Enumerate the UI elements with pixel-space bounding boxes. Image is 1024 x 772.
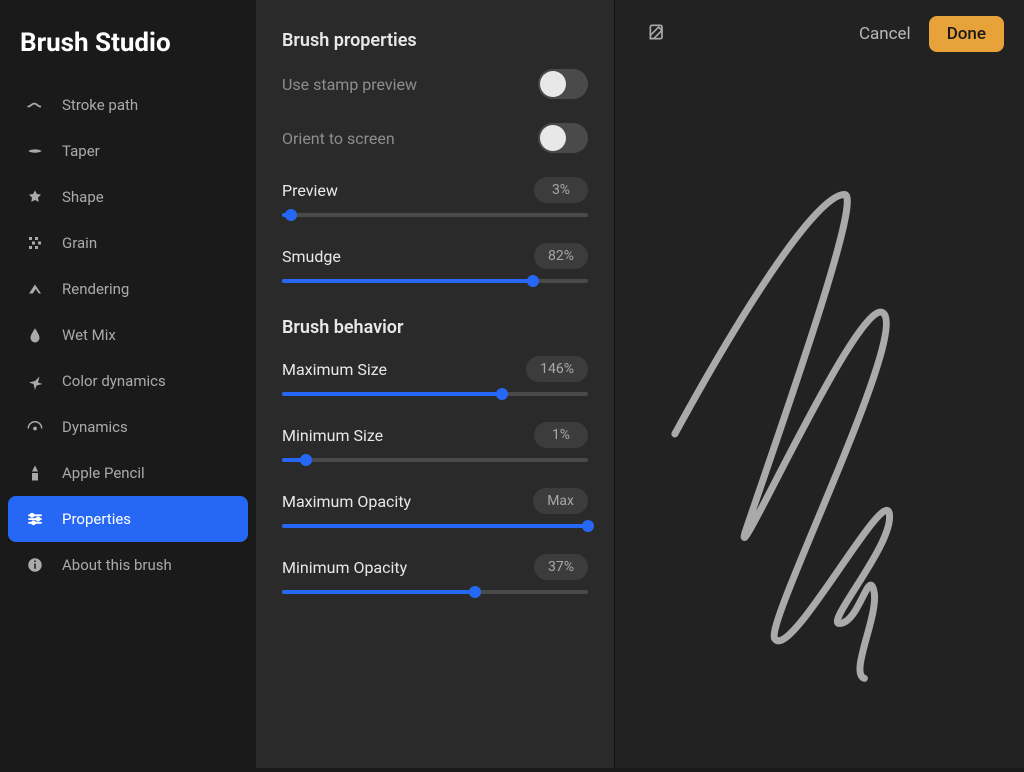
preview-panel: Cancel Done bbox=[614, 0, 1024, 768]
sidebar-item-label: Properties bbox=[62, 510, 131, 528]
sidebar-item-grain[interactable]: Grain bbox=[8, 220, 248, 266]
sidebar-item-dynamics[interactable]: Dynamics bbox=[8, 404, 248, 450]
slider-preview: Preview 3% bbox=[282, 177, 588, 217]
grain-icon bbox=[26, 234, 44, 252]
slider-track[interactable] bbox=[282, 392, 588, 396]
slider-value[interactable]: 37% bbox=[534, 554, 588, 580]
row-orient-to-screen: Orient to screen bbox=[282, 123, 588, 153]
slider-value[interactable]: 1% bbox=[534, 422, 588, 448]
sidebar-item-label: Dynamics bbox=[62, 418, 128, 436]
info-icon bbox=[26, 556, 44, 574]
edit-icon[interactable] bbox=[647, 22, 667, 46]
slider-value[interactable]: Max bbox=[533, 488, 588, 514]
sidebar-item-label: About this brush bbox=[62, 556, 172, 574]
apple-pencil-icon bbox=[26, 464, 44, 482]
sidebar-item-label: Wet Mix bbox=[62, 326, 116, 344]
sidebar-item-apple-pencil[interactable]: Apple Pencil bbox=[8, 450, 248, 496]
sidebar-item-label: Apple Pencil bbox=[62, 464, 145, 482]
done-button[interactable]: Done bbox=[929, 16, 1004, 52]
preview-header: Cancel Done bbox=[615, 0, 1024, 52]
sidebar-item-label: Color dynamics bbox=[62, 372, 166, 390]
settings-panel: Brush properties Use stamp preview Orien… bbox=[256, 0, 614, 768]
slider-value[interactable]: 3% bbox=[534, 177, 588, 203]
stroke-path-icon bbox=[26, 96, 44, 114]
slider-label: Maximum Opacity bbox=[282, 492, 411, 511]
brush-preview-canvas[interactable] bbox=[615, 60, 1024, 768]
sidebar-item-color-dynamics[interactable]: Color dynamics bbox=[8, 358, 248, 404]
section-title-properties: Brush properties bbox=[282, 30, 588, 51]
taper-icon bbox=[26, 142, 44, 160]
sidebar-item-taper[interactable]: Taper bbox=[8, 128, 248, 174]
sidebar-item-shape[interactable]: Shape bbox=[8, 174, 248, 220]
toggle-label: Orient to screen bbox=[282, 129, 395, 148]
row-use-stamp-preview: Use stamp preview bbox=[282, 69, 588, 99]
shape-icon bbox=[26, 188, 44, 206]
sidebar-item-properties[interactable]: Properties bbox=[8, 496, 248, 542]
slider-max-size: Maximum Size 146% bbox=[282, 356, 588, 396]
slider-label: Smudge bbox=[282, 247, 341, 266]
properties-icon bbox=[26, 510, 44, 528]
sidebar-item-stroke-path[interactable]: Stroke path bbox=[8, 82, 248, 128]
sidebar-item-label: Rendering bbox=[62, 280, 129, 298]
toggle-use-stamp-preview[interactable] bbox=[538, 69, 588, 99]
slider-min-opacity: Minimum Opacity 37% bbox=[282, 554, 588, 594]
slider-track[interactable] bbox=[282, 279, 588, 283]
sidebar-item-rendering[interactable]: Rendering bbox=[8, 266, 248, 312]
slider-track[interactable] bbox=[282, 524, 588, 528]
sidebar-item-label: Taper bbox=[62, 142, 100, 160]
sidebar-item-wet-mix[interactable]: Wet Mix bbox=[8, 312, 248, 358]
slider-track[interactable] bbox=[282, 213, 588, 217]
slider-label: Preview bbox=[282, 181, 338, 200]
section-title-behavior: Brush behavior bbox=[282, 317, 588, 338]
cancel-button[interactable]: Cancel bbox=[859, 24, 911, 44]
slider-value[interactable]: 146% bbox=[526, 356, 588, 382]
sidebar-item-label: Grain bbox=[62, 234, 97, 252]
slider-track[interactable] bbox=[282, 458, 588, 462]
nav-list: Stroke path Taper Shape Grain Rendering bbox=[0, 82, 256, 588]
color-dynamics-icon bbox=[26, 372, 44, 390]
rendering-icon bbox=[26, 280, 44, 298]
slider-max-opacity: Maximum Opacity Max bbox=[282, 488, 588, 528]
sidebar-item-label: Shape bbox=[62, 188, 104, 206]
sidebar: Brush Studio Stroke path Taper Shape Gra… bbox=[0, 0, 256, 768]
toggle-orient-to-screen[interactable] bbox=[538, 123, 588, 153]
wet-mix-icon bbox=[26, 326, 44, 344]
slider-track[interactable] bbox=[282, 590, 588, 594]
slider-value[interactable]: 82% bbox=[534, 243, 588, 269]
toggle-label: Use stamp preview bbox=[282, 75, 417, 94]
slider-label: Minimum Size bbox=[282, 426, 383, 445]
slider-label: Maximum Size bbox=[282, 360, 387, 379]
app-title: Brush Studio bbox=[0, 20, 256, 82]
slider-label: Minimum Opacity bbox=[282, 558, 407, 577]
slider-smudge: Smudge 82% bbox=[282, 243, 588, 283]
slider-min-size: Minimum Size 1% bbox=[282, 422, 588, 462]
sidebar-item-about[interactable]: About this brush bbox=[8, 542, 248, 588]
sidebar-item-label: Stroke path bbox=[62, 96, 138, 114]
dynamics-icon bbox=[26, 418, 44, 436]
